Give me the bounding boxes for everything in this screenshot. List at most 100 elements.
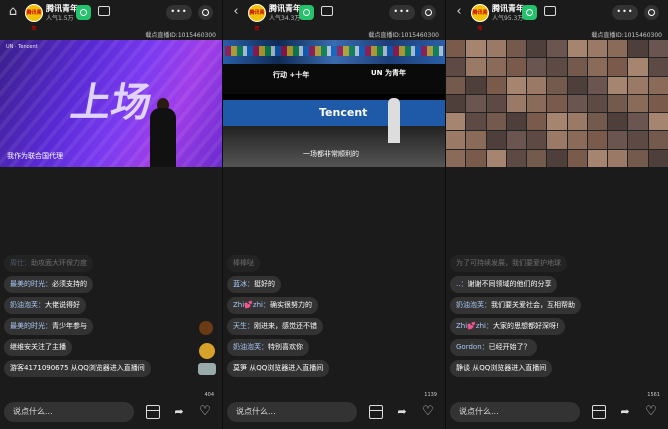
participant-tile: [527, 113, 547, 131]
participant-tile: [466, 40, 486, 58]
chat-text: 刚进来，感觉还不错: [254, 322, 317, 330]
participant-tile: [587, 149, 608, 167]
participant-tile: [628, 149, 648, 167]
live-room-panel-1: ⌂ 腾讯青年 腾讯青年 人气1.5万 ••• 载点直播ID:1015460300…: [0, 0, 222, 429]
participant-tile: [527, 40, 547, 58]
chat-message: Gordon：已经开始了？: [450, 339, 537, 356]
share-icon[interactable]: ➦: [172, 405, 186, 419]
follow-button[interactable]: [299, 5, 314, 20]
channel-avatar[interactable]: 腾讯青年: [25, 4, 43, 32]
chat-user[interactable]: 最美的时光：: [10, 280, 52, 288]
close-icon[interactable]: [198, 5, 213, 20]
chat-text: 谢谢不同领域的他们的分享: [467, 280, 552, 288]
participant-tile: [587, 113, 608, 131]
chat-list: 棒棒哒 蓝冰：挺好的 Zhi💕zhi：确实很努力的 天生：刚进来，感觉还不错 奶…: [227, 255, 441, 381]
more-options-button[interactable]: •••: [612, 5, 638, 20]
participant-tile: [648, 58, 668, 76]
participant-tile: [547, 131, 567, 149]
chat-user[interactable]: 奶油泡芙：: [456, 301, 491, 309]
follow-button[interactable]: [522, 5, 537, 20]
like-heart-icon[interactable]: ♡: [644, 405, 658, 419]
comment-input[interactable]: 说点什么...: [450, 402, 580, 422]
channel-avatar[interactable]: 腾讯青年: [248, 4, 266, 32]
chat-message: 为了可持续发展，我们要爱护地球: [450, 255, 567, 272]
close-icon[interactable]: [421, 5, 436, 20]
participant-tile: [608, 58, 628, 76]
chat-text: 为了可持续发展，我们要爱护地球: [456, 259, 561, 267]
chat-message: 奶油泡芙：大佬说得好: [4, 297, 86, 314]
chat-user[interactable]: 天生：: [233, 322, 254, 330]
popularity-count: 人气95.3万: [492, 15, 524, 22]
more-options-button[interactable]: •••: [389, 5, 415, 20]
back-icon[interactable]: ‹: [229, 5, 243, 19]
participant-tile: [587, 131, 608, 149]
chat-text: 挺好的: [254, 280, 275, 288]
live-video[interactable]: 行动 +十年 UN 为青年 Tencent 一场都非常顺利的: [223, 40, 445, 167]
live-video[interactable]: UN · Tencent 上场 我作为联合国代理: [0, 40, 222, 167]
live-room-panel-2: ‹ 腾讯青年 腾讯青年 人气34.3万 ••• 载点直播ID:101546030…: [223, 0, 445, 429]
chat-user[interactable]: 奶油泡芙：: [233, 343, 268, 351]
more-options-button[interactable]: •••: [166, 5, 192, 20]
chat-user[interactable]: ..：: [456, 280, 467, 288]
chat-text: 继维安关注了主播: [10, 343, 66, 351]
floating-likes: [197, 321, 219, 401]
participant-tile: [648, 40, 668, 58]
participant-tile: [608, 40, 628, 58]
participant-tile: [648, 76, 668, 94]
chat-text: 大家的思想都好深呀!: [492, 322, 559, 330]
speaker: [150, 108, 176, 167]
participant-tile: [628, 94, 648, 113]
chat-list: 为了可持续发展，我们要爱护地球 ..：谢谢不同领域的他们的分享 奶油泡芙：我们要…: [450, 255, 664, 381]
participant-tile: [567, 131, 587, 149]
chat-user[interactable]: 最美的时光：: [10, 322, 52, 330]
participant-tile: [466, 149, 486, 167]
chat-user[interactable]: Zhi💕zhi：: [233, 301, 270, 309]
video-logo: UN · Tencent: [6, 44, 38, 50]
chat-message: 继维安关注了主播: [4, 339, 72, 356]
chat-user[interactable]: 蓝冰：: [233, 280, 254, 288]
participant-tile: [608, 149, 628, 167]
like-heart-icon[interactable]: ♡: [421, 405, 435, 419]
participant-tile: [506, 40, 527, 58]
close-icon[interactable]: [644, 5, 659, 20]
participant-tile: [486, 149, 506, 167]
top-bar: ⌂ 腾讯青年 腾讯青年 人气1.5万 •••: [0, 0, 222, 32]
chat-text: 助攻面大环保力度: [31, 259, 87, 267]
participant-tile: [628, 40, 648, 58]
share-icon[interactable]: ➦: [395, 405, 409, 419]
gift-icon[interactable]: [592, 405, 606, 419]
participant-tile: [547, 149, 567, 167]
participant-tile: [608, 76, 628, 94]
home-icon[interactable]: ⌂: [6, 5, 20, 19]
chat-user[interactable]: Gordon：: [456, 343, 489, 351]
comment-input[interactable]: 说点什么...: [4, 402, 134, 422]
comment-input[interactable]: 说点什么...: [227, 402, 357, 422]
chat-list: 周仕：助攻面大环保力度 最美的时光：必须支持的 奶油泡芙：大佬说得好 最美的时光…: [4, 255, 218, 381]
cast-icon[interactable]: [321, 6, 333, 16]
chat-user[interactable]: 周仕：: [10, 259, 31, 267]
participant-tile: [466, 94, 486, 113]
gift-icon[interactable]: [369, 405, 383, 419]
cast-icon[interactable]: [98, 6, 110, 16]
live-video-participant-grid[interactable]: [446, 40, 668, 167]
follow-button[interactable]: [76, 5, 91, 20]
participant-tile: [628, 58, 648, 76]
participant-tile: [547, 94, 567, 113]
like-heart-icon[interactable]: ♡: [198, 405, 212, 419]
gift-icon[interactable]: [146, 405, 160, 419]
back-icon[interactable]: ‹: [452, 5, 466, 19]
channel-avatar[interactable]: 腾讯青年: [471, 4, 489, 32]
screen: ⌂ 腾讯青年 腾讯青年 人气1.5万 ••• 载点直播ID:1015460300…: [0, 0, 668, 429]
chat-user[interactable]: Zhi💕zhi：: [456, 322, 493, 330]
cast-icon[interactable]: [544, 6, 556, 16]
video-caption: 我作为联合国代理: [7, 152, 63, 160]
participant-tile: [446, 149, 466, 167]
chat-text: 我们要关爱社会，互相帮助: [491, 301, 575, 309]
participant-tile: [648, 94, 668, 113]
chat-user[interactable]: 奶油泡芙：: [10, 301, 45, 309]
participant-tile: [628, 113, 648, 131]
top-bar: ‹ 腾讯青年 腾讯青年 人气34.3万 •••: [223, 0, 445, 32]
share-icon[interactable]: ➦: [618, 405, 632, 419]
participant-tile: [506, 58, 527, 76]
participant-tile: [506, 131, 527, 149]
